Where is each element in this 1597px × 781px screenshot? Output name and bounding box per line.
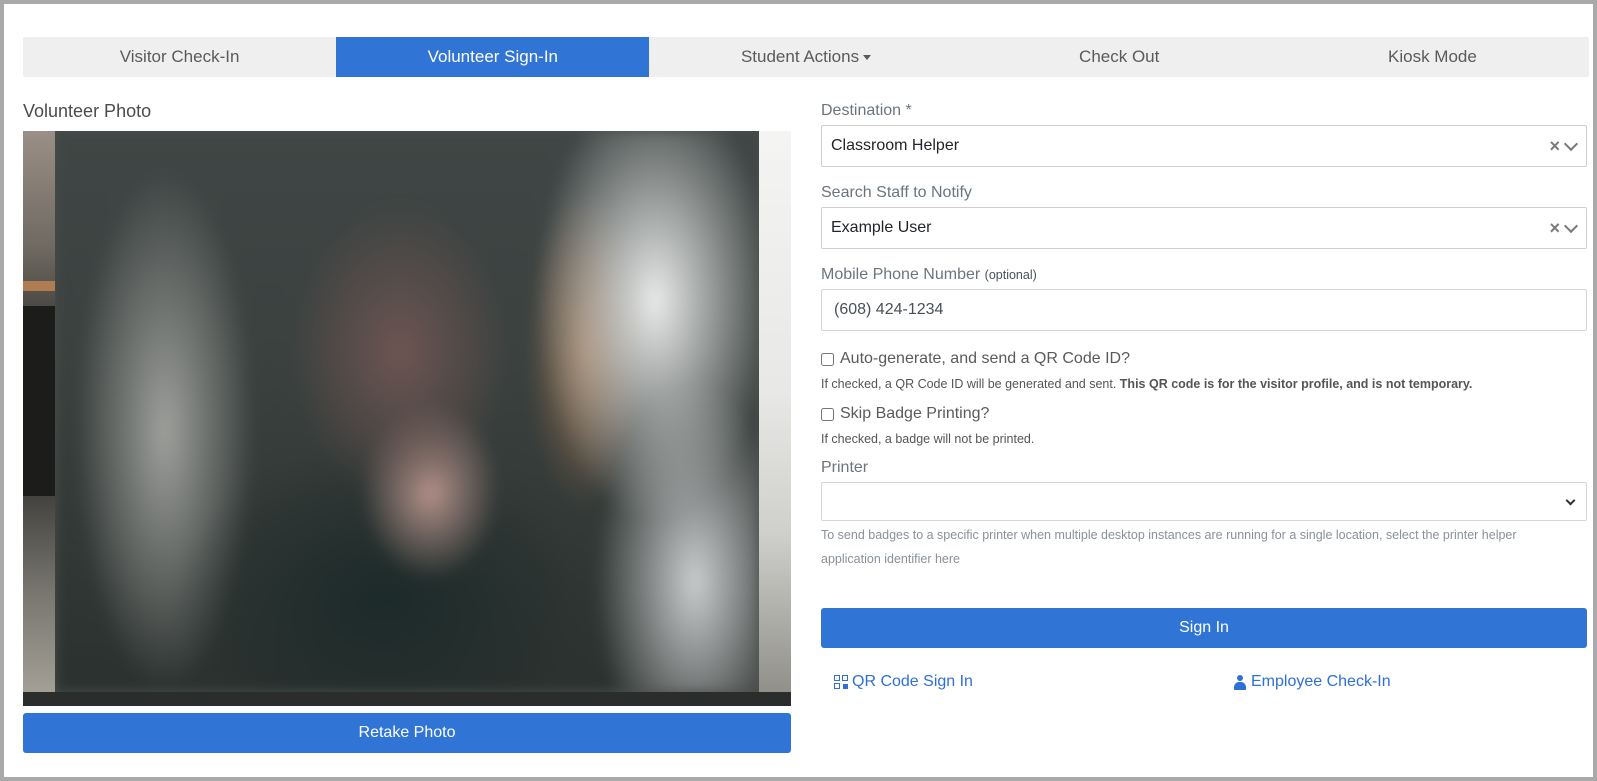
- volunteer-photo: [23, 131, 791, 706]
- chevron-down-icon[interactable]: [1563, 218, 1579, 233]
- printer-select[interactable]: [821, 482, 1587, 521]
- optional-note: (optional): [984, 268, 1037, 282]
- tab-label: Volunteer Sign-In: [427, 47, 559, 66]
- tab-label: Check Out: [1079, 47, 1160, 66]
- chevron-down-icon[interactable]: [1563, 136, 1579, 151]
- qr-code-sign-in-label: QR Code Sign In: [852, 673, 973, 690]
- tab-label: Visitor Check-In: [119, 47, 240, 66]
- photo-scene: [55, 131, 759, 692]
- tab-volunteer-sign-in[interactable]: Volunteer Sign-In: [336, 37, 650, 77]
- badge-checkbox-row[interactable]: Skip Badge Printing?: [821, 405, 989, 423]
- tab-student-actions[interactable]: Student Actions: [649, 37, 962, 77]
- person-icon: [1233, 674, 1247, 690]
- photo-left-accent: [23, 281, 55, 291]
- clear-icon[interactable]: ×: [1549, 219, 1560, 237]
- sign-in-button[interactable]: Sign In: [821, 608, 1587, 648]
- qr-help-bold: This QR code is for the visitor profile,…: [1119, 377, 1473, 391]
- clear-icon[interactable]: ×: [1549, 137, 1560, 155]
- tab-kiosk-mode[interactable]: Kiosk Mode: [1276, 37, 1589, 77]
- retake-photo-button[interactable]: Retake Photo: [23, 713, 791, 753]
- qr-code-sign-in-link[interactable]: QR Code Sign In: [834, 673, 973, 691]
- caret-down-icon: [863, 54, 872, 60]
- qr-help: If checked, a QR Code ID will be generat…: [821, 377, 1117, 391]
- printer-help-text: To send badges to a specific printer whe…: [821, 528, 1517, 566]
- tab-label: Student Actions: [740, 47, 860, 66]
- qr-checkbox-row[interactable]: Auto-generate, and send a QR Code ID?: [821, 350, 1130, 368]
- qr-code-icon: [834, 675, 848, 689]
- chevron-down-icon: [1565, 495, 1576, 506]
- badge-help-text: If checked, a badge will not be printed.: [821, 432, 1035, 446]
- tab-label: Kiosk Mode: [1388, 47, 1477, 66]
- photo-bottom-strip: [23, 692, 791, 706]
- photo-label: Volunteer Photo: [23, 101, 152, 121]
- qr-checkbox-label: Auto-generate, and send a QR Code ID?: [840, 350, 1130, 367]
- destination-select[interactable]: Classroom Helper ×: [821, 125, 1587, 167]
- employee-check-in-link[interactable]: Employee Check-In: [1233, 673, 1391, 691]
- staff-label: Search Staff to Notify: [821, 184, 972, 201]
- photo-right-edge: [759, 131, 791, 706]
- qr-checkbox[interactable]: [821, 352, 834, 366]
- skip-badge-checkbox[interactable]: [821, 407, 834, 421]
- phone-label: Mobile Phone Number (optional): [821, 266, 1037, 284]
- photo-left-dark: [23, 306, 55, 496]
- tab-visitor-check-in[interactable]: Visitor Check-In: [23, 37, 336, 77]
- top-nav-tabs: Visitor Check-In Volunteer Sign-In Stude…: [23, 37, 1589, 77]
- staff-select[interactable]: Example User ×: [821, 207, 1587, 249]
- destination-value: Classroom Helper: [831, 137, 960, 154]
- employee-check-in-label: Employee Check-In: [1251, 673, 1391, 690]
- destination-label: Destination *: [821, 102, 912, 119]
- qr-help-text: If checked, a QR Code ID will be generat…: [821, 377, 1472, 391]
- tab-check-out[interactable]: Check Out: [963, 37, 1276, 77]
- staff-value: Example User: [831, 219, 932, 236]
- skip-badge-label: Skip Badge Printing?: [840, 405, 990, 422]
- phone-label-text: Mobile Phone Number: [821, 266, 981, 283]
- printer-label: Printer: [821, 459, 869, 476]
- phone-input[interactable]: [821, 289, 1587, 331]
